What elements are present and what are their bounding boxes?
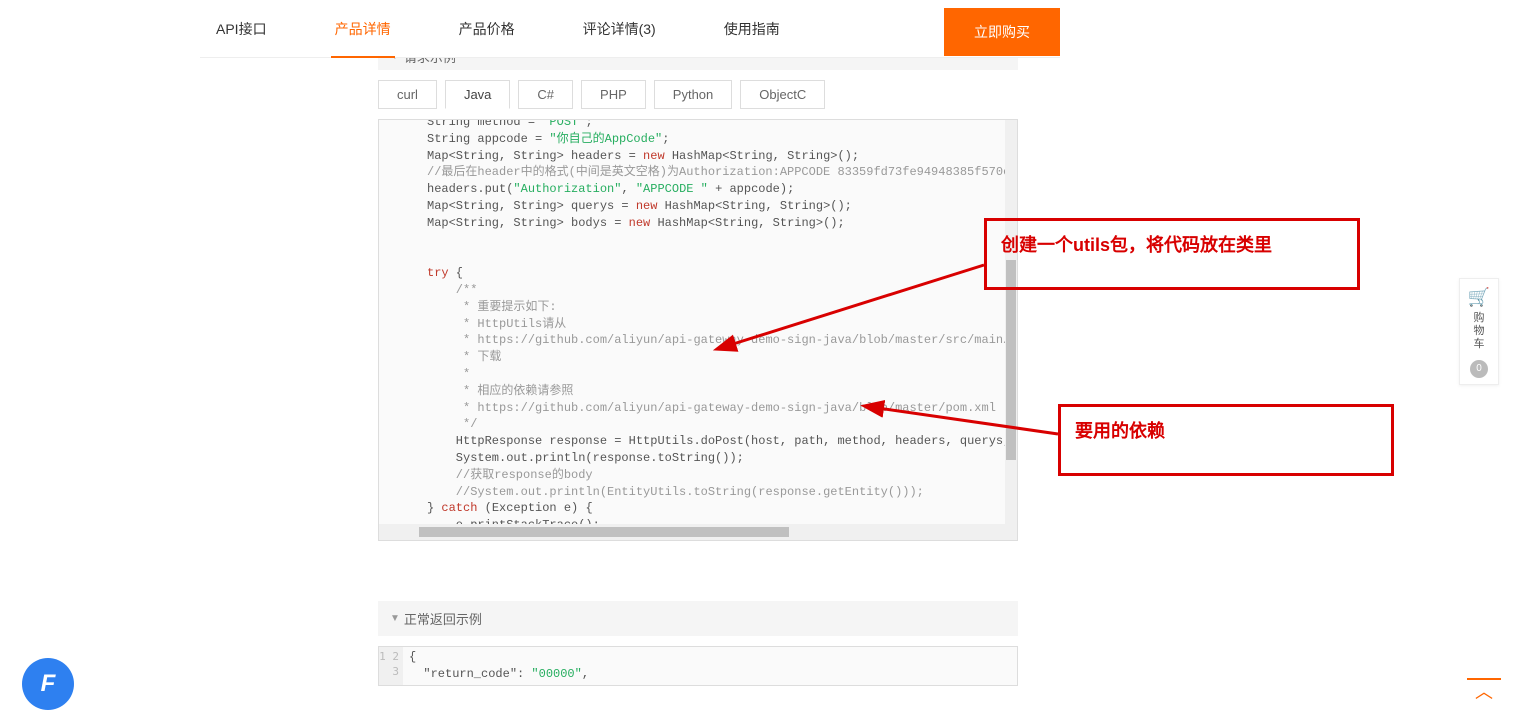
cart-widget[interactable]: 🛒 购物车 0 <box>1459 278 1499 385</box>
cart-label: 购物车 <box>1474 312 1485 352</box>
annotation-box-deps: 要用的依赖 <box>1058 404 1394 476</box>
vertical-scrollbar[interactable] <box>1005 120 1017 526</box>
lang-tab-java[interactable]: Java <box>445 80 510 109</box>
horizontal-scrollbar[interactable] <box>379 524 1017 540</box>
horizontal-scrollbar-thumb[interactable] <box>419 527 789 537</box>
json-gutter: 1 2 3 <box>379 647 403 685</box>
glyph-f: F <box>41 670 56 698</box>
floating-help-icon[interactable]: F <box>22 658 74 710</box>
annotation-text-deps: 要用的依赖 <box>1075 417 1165 443</box>
lang-tabs: curl Java C# PHP Python ObjectC <box>378 80 1018 109</box>
tab-product-detail[interactable]: 产品详情 <box>331 0 395 58</box>
tab-reviews[interactable]: 评论详情(3) <box>579 0 660 58</box>
section-normal-return-header[interactable]: ▼ 正常返回示例 <box>378 601 1018 636</box>
page-tabs: API接口 产品详情 产品价格 评论详情(3) 使用指南 立即购买 <box>200 0 1060 58</box>
buy-now-button[interactable]: 立即购买 <box>944 8 1060 56</box>
chevron-up-icon: ︿ <box>1475 678 1493 704</box>
lang-tab-csharp[interactable]: C# <box>518 80 573 109</box>
lang-tab-php[interactable]: PHP <box>581 80 646 109</box>
cart-icon: 🛒 <box>1468 287 1490 308</box>
content-column: ▼ 请求示例 curl Java C# PHP Python ObjectC S… <box>378 58 1018 686</box>
back-to-top-button[interactable]: ︿ <box>1467 678 1501 702</box>
section-normal-return-label: 正常返回示例 <box>404 609 482 628</box>
code-panel: String method = "POST"; String appcode =… <box>378 119 1018 541</box>
lang-tab-python[interactable]: Python <box>654 80 732 109</box>
cart-count-badge: 0 <box>1470 360 1488 378</box>
lang-tab-curl[interactable]: curl <box>378 80 437 109</box>
annotation-text-utils: 创建一个utils包，将代码放在类里 <box>1001 231 1272 257</box>
tab-api[interactable]: API接口 <box>212 0 271 58</box>
tab-price[interactable]: 产品价格 <box>455 0 519 58</box>
annotation-box-utils: 创建一个utils包，将代码放在类里 <box>984 218 1360 290</box>
caret-down-icon: ▼ <box>390 613 400 624</box>
json-panel: 1 2 3 { "return_code": "00000", <box>378 646 1018 686</box>
vertical-scrollbar-thumb[interactable] <box>1006 260 1016 460</box>
code-content: String method = "POST"; String appcode =… <box>419 119 1018 541</box>
json-content: { "return_code": "00000", <box>403 647 595 685</box>
tab-guide[interactable]: 使用指南 <box>720 0 784 58</box>
lang-tab-objectc[interactable]: ObjectC <box>740 80 825 109</box>
